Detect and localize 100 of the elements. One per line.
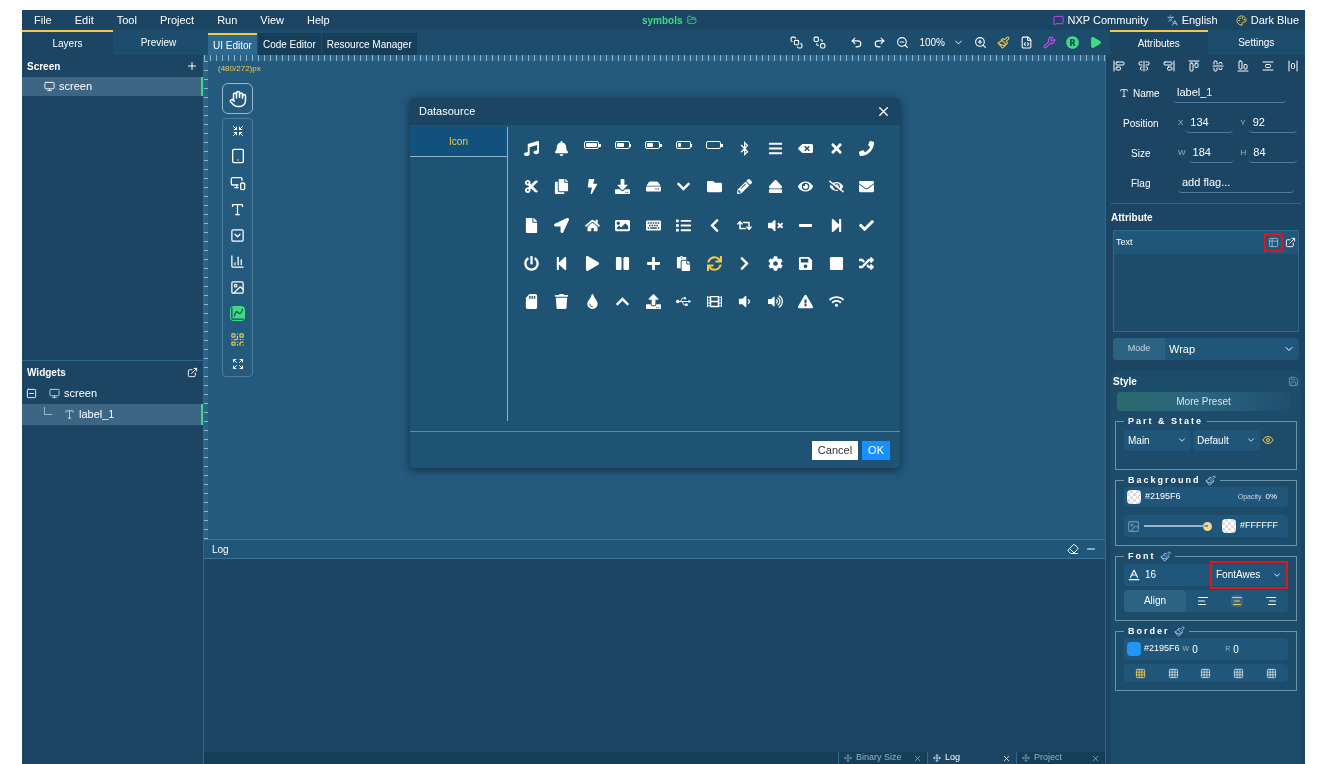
bottom-tab[interactable]: Log bbox=[927, 752, 1016, 764]
menu-item[interactable]: Project bbox=[159, 11, 195, 29]
close-icon[interactable] bbox=[1002, 753, 1011, 763]
distribute-horizontal-icon[interactable] bbox=[1286, 60, 1299, 72]
brush-icon[interactable] bbox=[997, 36, 1010, 49]
power-icon[interactable] bbox=[523, 255, 539, 271]
screen-item[interactable]: screen bbox=[22, 77, 203, 96]
add-icon[interactable] bbox=[186, 60, 198, 72]
border-side-icon[interactable] bbox=[1134, 667, 1146, 679]
eye-slash-icon[interactable] bbox=[828, 179, 844, 195]
width-field[interactable]: 184 bbox=[1188, 143, 1234, 163]
mute-icon[interactable] bbox=[767, 217, 783, 233]
paintbrush-icon[interactable] bbox=[1173, 625, 1185, 637]
text-area[interactable]: Text bbox=[1113, 230, 1299, 332]
home-icon[interactable] bbox=[584, 217, 600, 233]
qr-code-icon[interactable] bbox=[230, 332, 245, 347]
zoom-select[interactable]: 100% bbox=[919, 35, 964, 50]
name-field[interactable]: label_1 bbox=[1173, 83, 1286, 103]
distribute-vertical-icon[interactable] bbox=[1262, 60, 1275, 72]
pause-icon[interactable] bbox=[615, 255, 631, 271]
align-left-edge-icon[interactable] bbox=[1113, 60, 1125, 72]
battery-half-icon[interactable] bbox=[645, 141, 662, 149]
sd-card-icon[interactable] bbox=[523, 294, 539, 310]
category-tab[interactable]: Icon bbox=[410, 127, 507, 157]
menu-item[interactable]: File bbox=[34, 11, 52, 29]
font-family-select[interactable]: FontAwes bbox=[1210, 560, 1288, 589]
upload-icon[interactable] bbox=[645, 294, 661, 310]
shuffle-icon[interactable] bbox=[859, 255, 875, 271]
border-side-icon[interactable] bbox=[1266, 667, 1278, 679]
text-icon[interactable] bbox=[230, 202, 245, 217]
eye-icon[interactable] bbox=[798, 179, 814, 195]
state-select[interactable]: Default bbox=[1193, 429, 1260, 451]
part-select[interactable]: Main bbox=[1124, 429, 1191, 451]
paintbrush-icon[interactable] bbox=[1204, 474, 1216, 486]
eye-icon[interactable] bbox=[1262, 434, 1274, 446]
backspace-icon[interactable] bbox=[798, 141, 814, 156]
volume-low-icon[interactable] bbox=[737, 294, 753, 310]
color-swatch[interactable] bbox=[1127, 490, 1141, 504]
envelope-icon[interactable] bbox=[859, 179, 875, 195]
folder-icon[interactable] bbox=[706, 179, 722, 195]
tree-item[interactable]: label_1 bbox=[22, 404, 203, 425]
header-link[interactable]: NXP Community bbox=[1052, 11, 1149, 29]
font-size-field[interactable]: 16 bbox=[1145, 567, 1205, 582]
bring-front-icon[interactable] bbox=[790, 36, 804, 49]
phone-icon[interactable] bbox=[859, 141, 875, 156]
x-field[interactable]: 134 bbox=[1186, 113, 1234, 133]
header-link[interactable]: Dark Blue bbox=[1235, 11, 1299, 29]
border-side-icon[interactable] bbox=[1233, 667, 1245, 679]
panel-tab[interactable]: Layers bbox=[22, 30, 113, 55]
scissors-icon[interactable] bbox=[523, 179, 539, 195]
flag-field[interactable]: add flag... bbox=[1178, 173, 1294, 193]
bell-icon[interactable] bbox=[554, 141, 570, 156]
eject-icon[interactable] bbox=[767, 179, 783, 195]
menu-item[interactable]: View bbox=[260, 11, 284, 29]
drop-icon[interactable] bbox=[584, 294, 600, 310]
editor-tab[interactable]: Code Editor bbox=[257, 33, 321, 55]
battery-full-icon[interactable] bbox=[584, 141, 601, 149]
header-link[interactable]: English bbox=[1166, 11, 1218, 29]
image-icon[interactable] bbox=[615, 217, 631, 233]
zoom-out-icon[interactable] bbox=[896, 36, 910, 49]
align-middle-icon[interactable] bbox=[1212, 60, 1225, 72]
more-preset-button[interactable]: More Preset bbox=[1117, 392, 1290, 411]
trash-icon[interactable] bbox=[554, 294, 570, 310]
zoom-in-icon[interactable] bbox=[974, 36, 987, 49]
mode-select[interactable]: Wrap bbox=[1165, 338, 1299, 360]
paste-icon[interactable] bbox=[676, 255, 692, 271]
panel-tab[interactable]: Attributes bbox=[1110, 30, 1208, 55]
slider-thumb[interactable] bbox=[1203, 521, 1212, 531]
external-link-icon[interactable] bbox=[1285, 237, 1296, 248]
paintbrush-icon[interactable] bbox=[1159, 551, 1171, 563]
save-icon[interactable] bbox=[798, 255, 814, 271]
cancel-button[interactable]: Cancel bbox=[811, 440, 859, 460]
tablet-icon[interactable] bbox=[229, 148, 246, 164]
film-icon[interactable] bbox=[706, 294, 722, 310]
border-radius-field[interactable]: 0 bbox=[1233, 641, 1264, 657]
align-center-icon[interactable] bbox=[1231, 594, 1243, 607]
menu-icon[interactable] bbox=[767, 141, 783, 156]
align-center-icon[interactable] bbox=[1137, 60, 1150, 72]
send-back-icon[interactable] bbox=[813, 36, 827, 49]
settings-icon[interactable] bbox=[767, 255, 783, 271]
align-top-icon[interactable] bbox=[1187, 60, 1200, 72]
download-icon[interactable] bbox=[615, 179, 631, 195]
image-icon[interactable] bbox=[230, 280, 245, 295]
wifi-icon[interactable] bbox=[828, 294, 844, 310]
shrink-icon[interactable] bbox=[231, 125, 244, 137]
file-code-icon[interactable] bbox=[1020, 36, 1033, 49]
play-icon[interactable] bbox=[584, 255, 600, 271]
align-right-icon[interactable] bbox=[1265, 594, 1277, 607]
volume-high-icon[interactable] bbox=[767, 294, 783, 310]
y-field[interactable]: 92 bbox=[1248, 113, 1297, 133]
close-icon[interactable] bbox=[876, 104, 891, 119]
devices-icon[interactable] bbox=[229, 175, 246, 191]
registered-icon[interactable] bbox=[1066, 36, 1079, 49]
align-right-edge-icon[interactable] bbox=[1162, 60, 1175, 72]
check-icon[interactable] bbox=[859, 217, 875, 233]
warning-icon[interactable] bbox=[798, 294, 814, 310]
color-swatch[interactable] bbox=[1222, 519, 1236, 533]
menu-item[interactable]: Edit bbox=[74, 11, 94, 29]
battery-icon[interactable] bbox=[614, 141, 631, 149]
table-icon[interactable] bbox=[1264, 233, 1283, 252]
